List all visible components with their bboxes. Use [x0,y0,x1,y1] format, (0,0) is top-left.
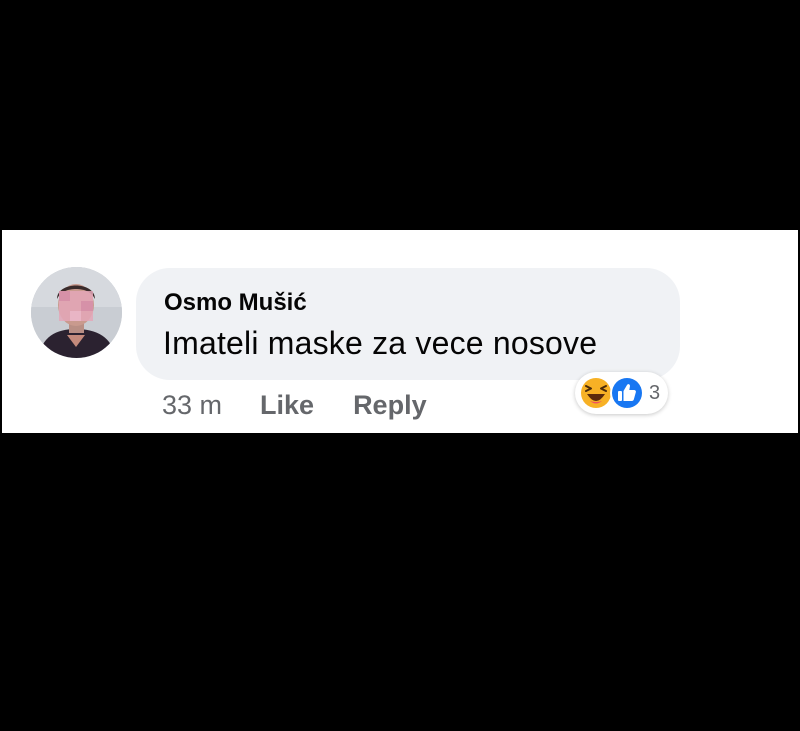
comment-bubble: Osmo Mušić Imateli maske za vece nosove [136,268,680,380]
comment-actions: 33 m Like Reply [162,390,466,421]
reply-button[interactable]: Reply [353,390,427,421]
comment-author[interactable]: Osmo Mušić [164,289,307,317]
like-button[interactable]: Like [260,390,314,421]
reactions-summary[interactable]: 3 [575,372,669,414]
avatar[interactable] [31,267,122,358]
avatar-icon [31,267,122,358]
like-icon [610,376,644,410]
comment-timestamp[interactable]: 33 m [162,390,222,421]
page: Osmo Mušić Imateli maske za vece nosove … [0,0,800,731]
reaction-count: 3 [649,381,661,404]
comment-text: Imateli maske za vece nosove [163,325,598,361]
comment: Osmo Mušić Imateli maske za vece nosove … [2,230,798,433]
